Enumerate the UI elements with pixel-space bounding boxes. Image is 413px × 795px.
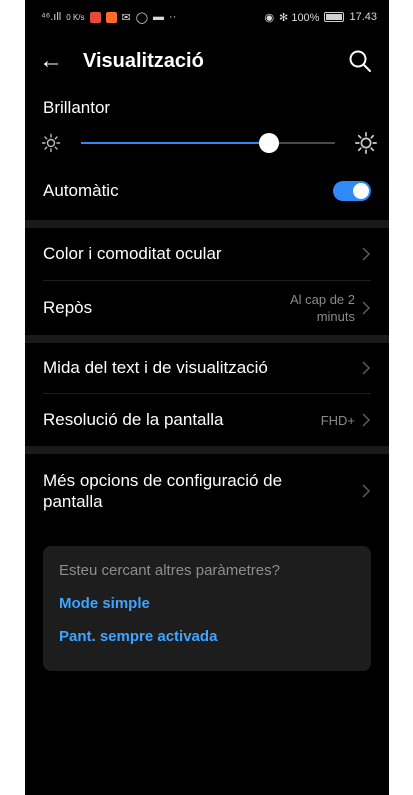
always-on-display-link[interactable]: Pant. sempre activada [59, 628, 355, 645]
suggestions-question: Esteu cercant altres paràmetres? [59, 562, 280, 579]
section-gap [25, 220, 389, 228]
phone-screen: ⁴⁶.ıll 0 K/s ✉ ◯ ▬ ·· ◉ ✻ 100% 17.43 ← V… [25, 0, 389, 795]
section-gap [25, 335, 389, 343]
brightness-label: Brillantor [43, 98, 111, 117]
resolution-label: Resolució de la pantalla [43, 410, 224, 429]
status-time: 17.43 [349, 11, 377, 23]
status-bar: ⁴⁶.ıll 0 K/s ✉ ◯ ▬ ·· ◉ ✻ 100% 17.43 [25, 0, 389, 34]
mail-icon: ✉ [121, 11, 131, 24]
brightness-slider[interactable] [81, 133, 335, 153]
eye-icon: ◉ [264, 11, 275, 24]
sun-high-icon [355, 132, 377, 154]
status-right: ◉ ✻ 100% 17.43 [264, 11, 377, 24]
mode-simple-link[interactable]: Mode simple [59, 595, 355, 612]
eye-comfort-label: Color i comoditat ocular [43, 244, 222, 263]
battery-percent: ✻ 100% [279, 11, 320, 24]
chevron-right-icon [362, 301, 371, 315]
slider-fill [81, 142, 269, 144]
resolution-row[interactable]: Resolució de la pantalla FHD+ [25, 394, 389, 446]
message-icon: ▬ [153, 11, 165, 23]
sleep-value: Al cap de 2 minuts [289, 292, 355, 324]
more-notifications-icon: ·· [169, 11, 177, 23]
automatic-label: Automàtic [43, 181, 119, 200]
section-gap [25, 446, 389, 454]
more-display-options-row[interactable]: Més opcions de configuració de pantalla [25, 454, 389, 528]
resolution-value: FHD+ [320, 412, 355, 428]
chat-icon: ◯ [135, 11, 149, 24]
sun-low-icon [41, 133, 61, 153]
text-size-label: Mida del text i de visualització [43, 358, 268, 377]
toggle-knob [353, 183, 369, 199]
brightness-slider-row [25, 118, 389, 168]
chevron-right-icon [362, 484, 371, 498]
sleep-label: Repòs [43, 298, 93, 317]
chevron-right-icon [362, 247, 371, 261]
eye-comfort-row[interactable]: Color i comoditat ocular [25, 228, 389, 280]
more-display-options-label: Més opcions de configuració de pantalla [43, 471, 283, 511]
back-arrow-icon[interactable]: ← [39, 47, 69, 75]
chevron-right-icon [362, 413, 371, 427]
status-left: ⁴⁶.ıll 0 K/s ✉ ◯ ▬ ·· [41, 11, 176, 24]
app-notification-icon [105, 11, 117, 23]
signal-icon: ⁴⁶.ıll [41, 11, 62, 23]
text-size-row[interactable]: Mida del text i de visualització [25, 343, 389, 393]
page-title: Visualització [83, 49, 204, 72]
app-notification-icon [89, 11, 101, 23]
search-icon[interactable] [347, 48, 373, 74]
network-speed: 0 K/s [66, 12, 85, 22]
suggestions-card: Esteu cercant altres paràmetres? Mode si… [43, 546, 371, 671]
automatic-toggle[interactable] [333, 181, 371, 201]
sleep-row[interactable]: Repòs Al cap de 2 minuts [25, 281, 389, 335]
app-bar: ← Visualització [25, 34, 389, 88]
chevron-right-icon [362, 361, 371, 375]
slider-thumb[interactable] [258, 133, 279, 153]
automatic-row[interactable]: Automàtic [25, 168, 389, 214]
battery-icon [324, 12, 345, 22]
